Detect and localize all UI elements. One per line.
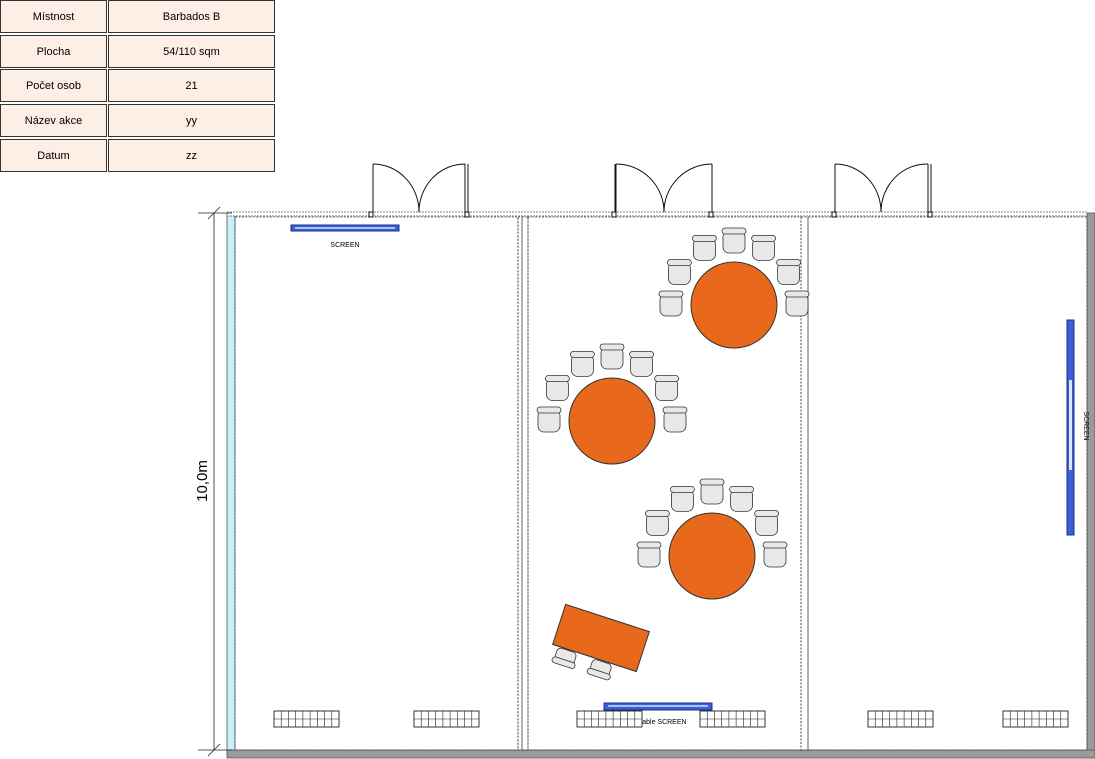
chair-icon (751, 234, 776, 261)
doors (368, 163, 933, 218)
chair-icon (670, 485, 695, 512)
chair-icon (570, 350, 595, 377)
chair-icon (754, 510, 779, 536)
chair-icon (699, 478, 725, 505)
right-room (807, 216, 1088, 751)
radiator-icon (1002, 710, 1069, 728)
chair-icon (545, 375, 570, 401)
chair-icon (667, 259, 692, 285)
door-icon (368, 163, 470, 218)
seating (536, 227, 810, 600)
chair-icon (658, 290, 684, 317)
radiator-icon (867, 710, 934, 728)
chair-icon (599, 343, 625, 370)
chair-icon (536, 406, 562, 433)
dimension-label: 10,0m (194, 460, 211, 502)
chair-icon (662, 406, 688, 433)
floor-plan: 10,0m SCREEN SCREEN Portable SCREEN (194, 163, 1095, 759)
right-wall (1086, 212, 1095, 759)
chair-icon (654, 375, 679, 401)
screen-label: SCREEN (1082, 411, 1089, 440)
door-icon (611, 163, 714, 218)
door-icon (831, 163, 933, 218)
chair-icon (762, 541, 788, 568)
partition-1b (521, 216, 529, 751)
chair-icon (636, 541, 662, 568)
top-wall (226, 211, 1088, 217)
chair-icon (784, 290, 810, 317)
chair-icon (776, 259, 801, 285)
chair-icon (629, 350, 654, 377)
left-window-wall (226, 212, 236, 754)
radiator-icon (413, 710, 480, 728)
radiator-icon (273, 710, 340, 728)
left-room (234, 216, 519, 751)
radiator-icon (576, 710, 643, 728)
chair-icon (721, 227, 747, 254)
screen-label: SCREEN (330, 242, 359, 249)
bottom-wall (226, 749, 1095, 759)
radiator-icon (699, 710, 766, 728)
chair-icon (645, 510, 670, 536)
round-table (668, 512, 756, 600)
partition-1 (517, 216, 523, 751)
chair-icon (729, 485, 754, 512)
round-table (568, 377, 656, 465)
screens (290, 224, 1075, 711)
round-table (690, 261, 778, 349)
chair-icon (692, 234, 717, 261)
rect-table-group (551, 603, 650, 681)
